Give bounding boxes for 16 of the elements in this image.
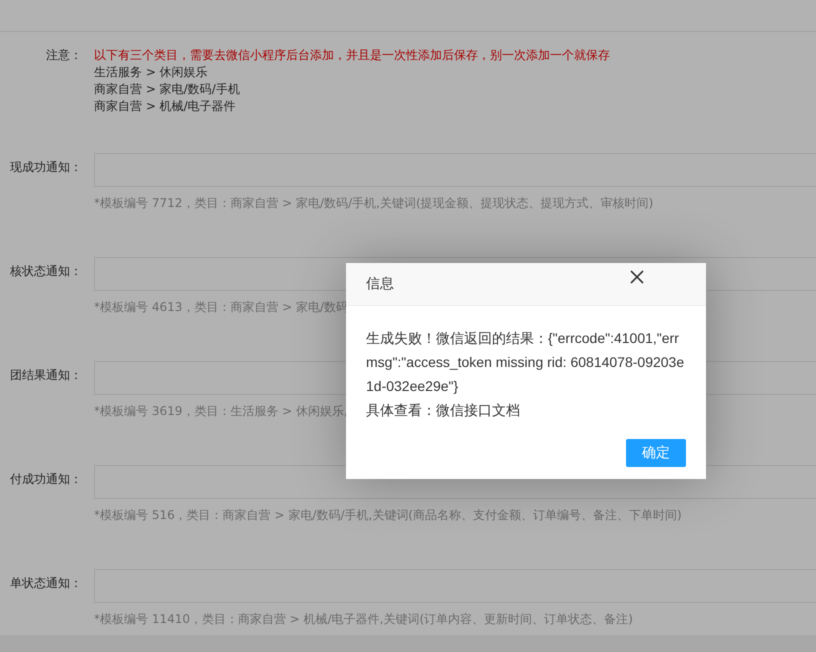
notice-label: 注意：: [45, 47, 82, 64]
field-label: 现成功通知：: [10, 159, 82, 176]
error-message: 生成失败！微信返回的结果：{"errcode":41001,"errmsg":"access_token missing rid: 60814078-09203e1d-032ee29e"}: [366, 329, 686, 396]
category-text: 商家自营 > 家电/数码/手机: [94, 81, 241, 98]
field-label: 团结果通知：: [10, 367, 82, 384]
category-text: 商家自营 > 机械/电子器件: [94, 98, 237, 115]
field-label: 付成功通知：: [10, 471, 82, 488]
warning-text: 以下有三个类目，需要去微信小程序后台添加，并且是一次性添加后保存，别一次添加一个就保存: [94, 47, 610, 64]
hint-text: *模板编号 516，类目：商家自营 > 家电/数码/手机,关键词(商品名称、支付金额、订单编号、备注、下单时间): [94, 507, 682, 523]
category-text: 生活服务 > 休闲娱乐: [94, 64, 209, 81]
detail-text: 具体查看：微信接口文档: [366, 401, 521, 420]
hint-text: *模板编号 11410，类目：商家自营 > 机械/电子器件,关键词(订单内容、更新时间、订单状态、备注): [94, 611, 633, 627]
dialog-title: 信息: [366, 275, 394, 293]
hint-text: *模板编号 7712，类目：商家自营 > 家电/数码/手机,关键词(提现金额、提现状态、提现方式、审核时间): [94, 195, 654, 211]
field-label: 核状态通知：: [10, 263, 82, 280]
field-label: 单状态通知：: [10, 575, 82, 592]
